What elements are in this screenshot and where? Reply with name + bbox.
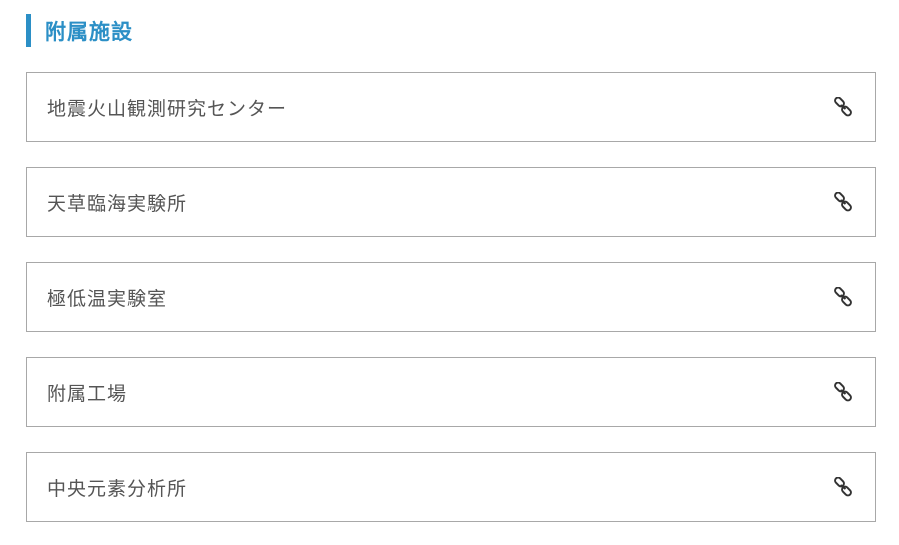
facility-label: 附属工場 [47, 382, 128, 405]
section-heading: 附属施設 [26, 14, 133, 47]
section-title: 附属施設 [45, 19, 133, 44]
facility-label: 地震火山観測研究センター [47, 97, 288, 120]
link-icon [833, 382, 853, 402]
facility-link-item[interactable]: 地震火山観測研究センター [26, 72, 876, 142]
link-icon [833, 287, 853, 307]
link-icon [833, 477, 853, 497]
facility-label: 天草臨海実験所 [47, 192, 188, 215]
link-icon [833, 192, 853, 212]
facility-link-item[interactable]: 附属工場 [26, 357, 876, 427]
heading-accent-bar [26, 14, 31, 47]
facility-link-item[interactable]: 中央元素分析所 [26, 452, 876, 522]
facility-list: 地震火山観測研究センター 天草臨海実験所 極低温実験室 附属工場 中央元素分析所 [26, 72, 876, 522]
facilities-page: 附属施設 地震火山観測研究センター 天草臨海実験所 極低温実験室 附属工場 中央… [0, 0, 899, 545]
facility-label: 中央元素分析所 [47, 477, 188, 500]
facility-label: 極低温実験室 [47, 287, 168, 310]
link-icon [833, 97, 853, 117]
facility-link-item[interactable]: 天草臨海実験所 [26, 167, 876, 237]
facility-link-item[interactable]: 極低温実験室 [26, 262, 876, 332]
